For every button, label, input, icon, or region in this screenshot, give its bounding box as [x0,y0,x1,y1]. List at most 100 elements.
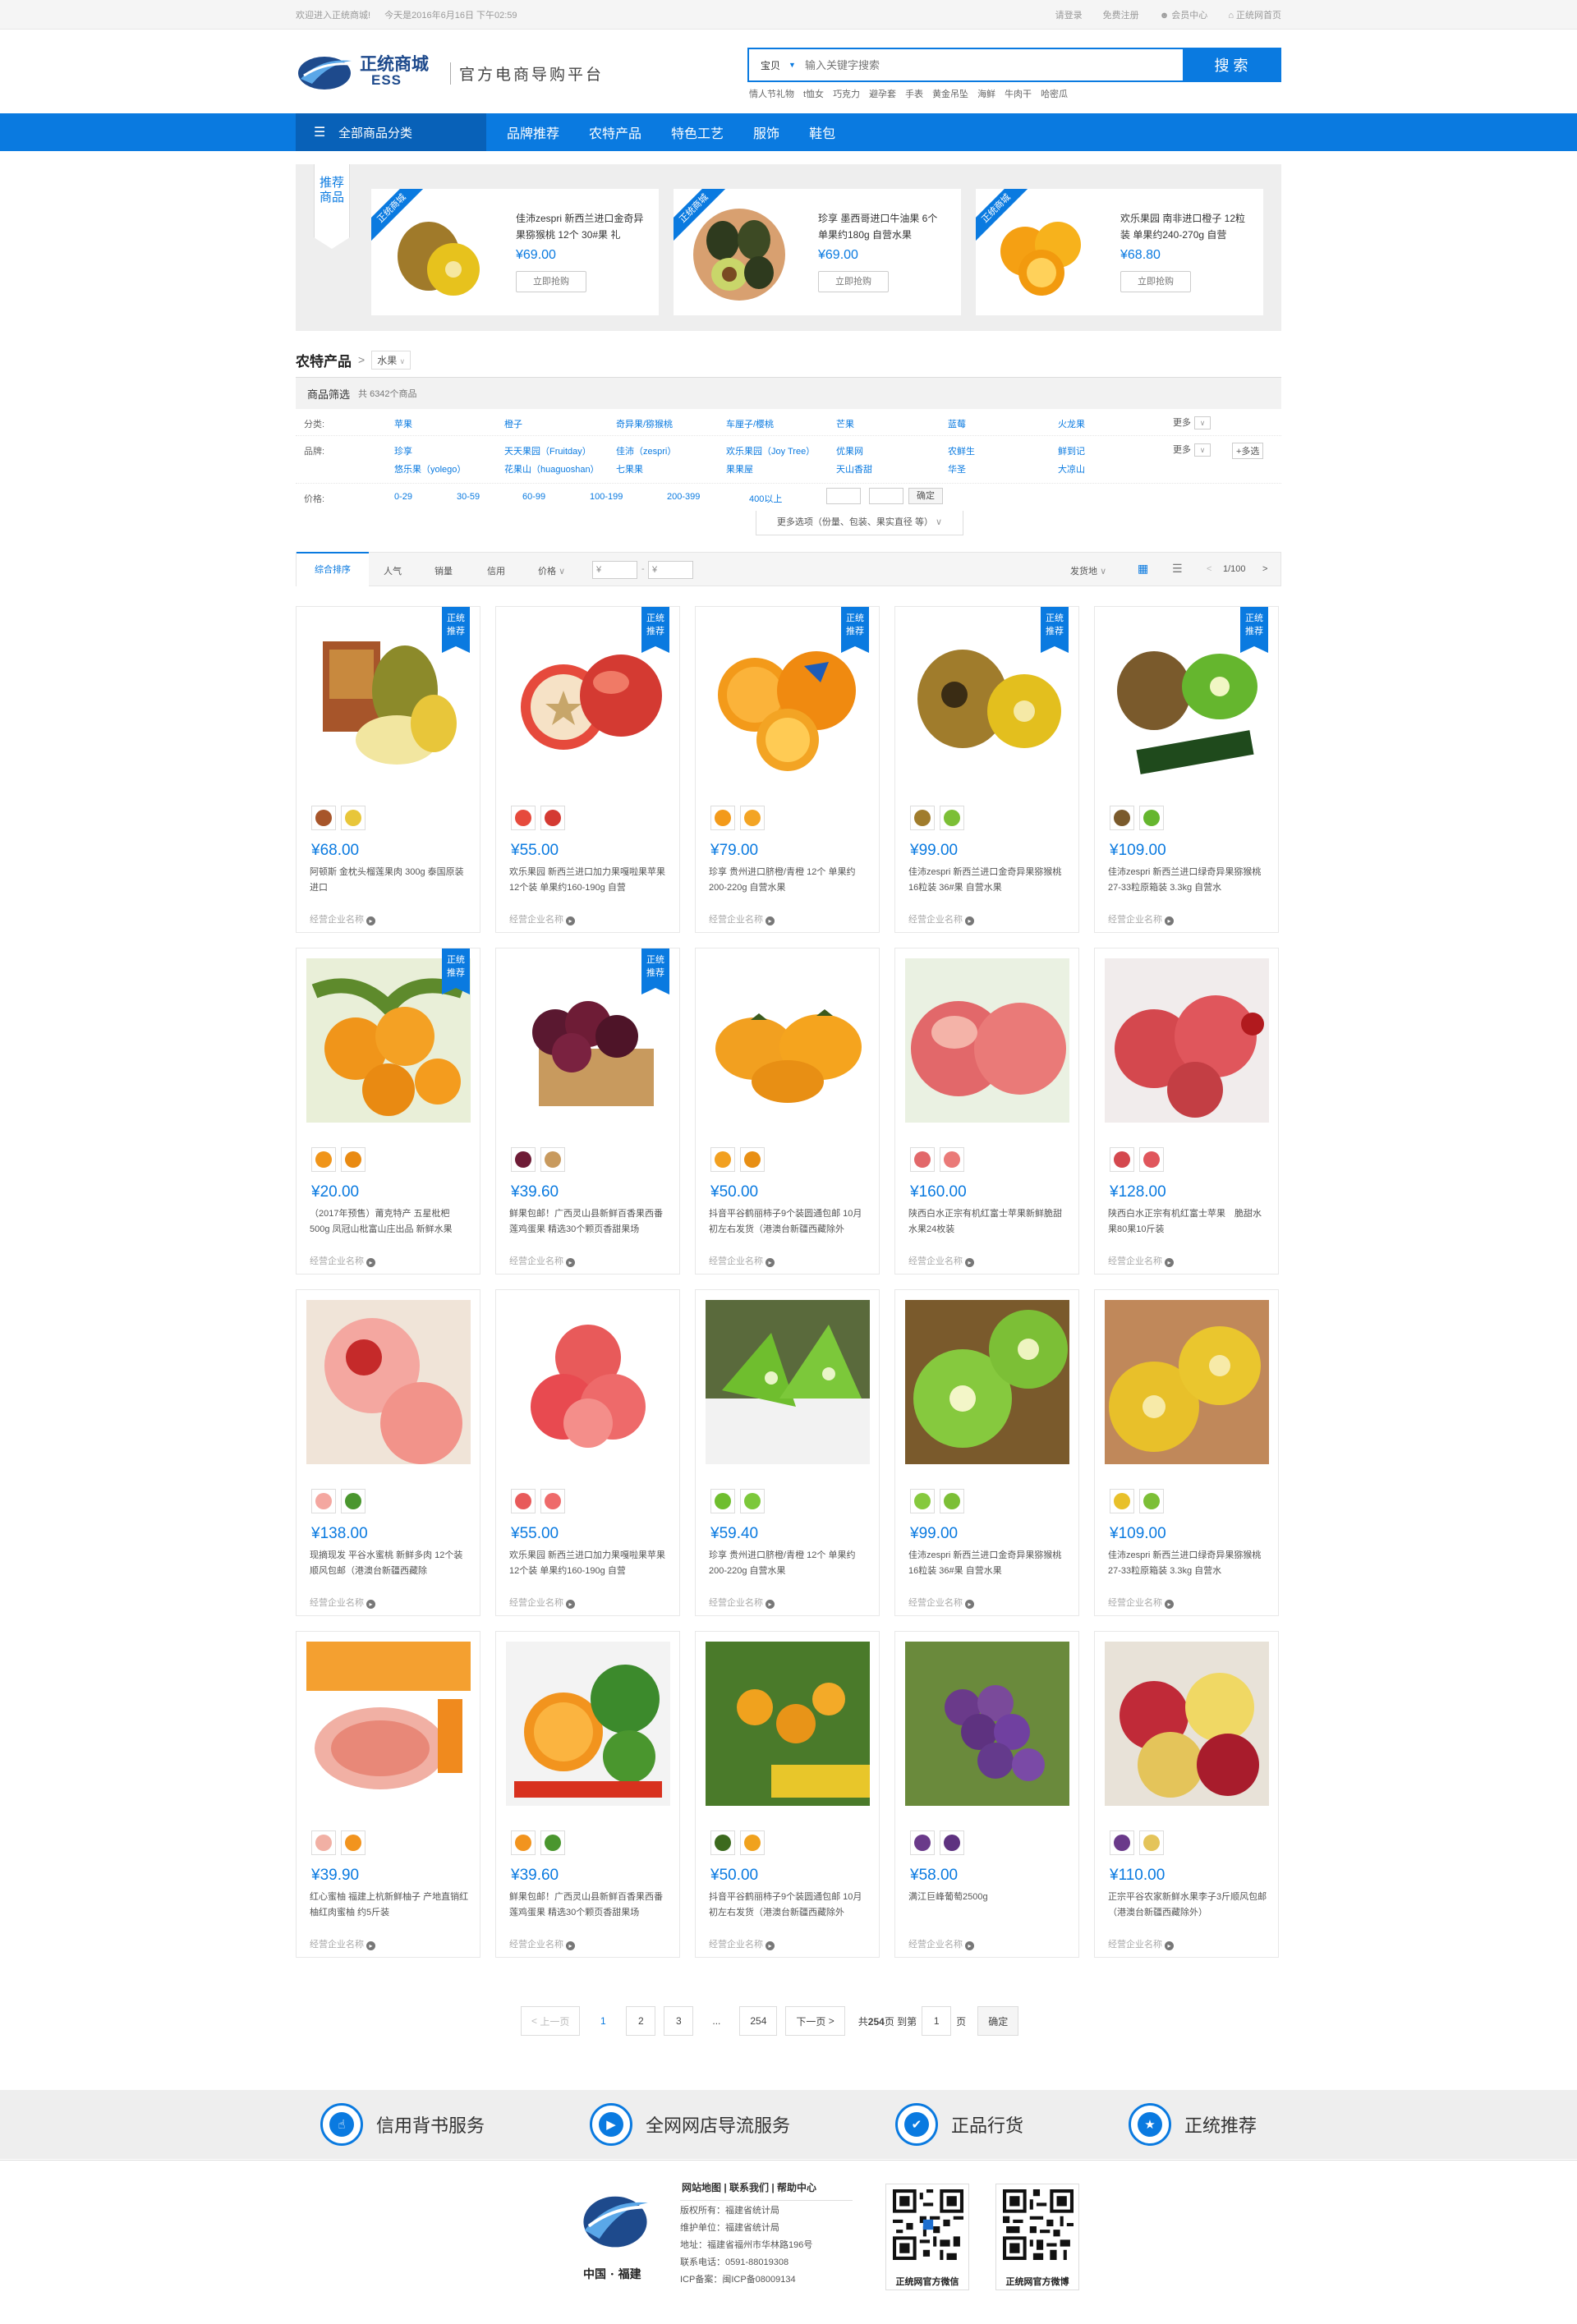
grid-view-icon[interactable]: ▦ [1138,562,1148,576]
product-card[interactable]: 正统推荐 ¥68.00 阿顿斯 金枕头榴莲果肉 300g 泰国原装进口 经营企业名称 ▸ [296,606,480,933]
shop-link[interactable]: 经营企业名称 ▸ [1108,1937,1174,1950]
filter-option[interactable]: 芒果 [836,417,854,430]
product-title[interactable]: 抖音平谷鹤丽柿子9个装圆通包邮 10月初左右发货（港澳台新疆西藏除外 [709,1890,870,1921]
filter-option[interactable]: 橙子 [504,417,522,430]
thumbnail[interactable] [740,1147,765,1172]
thumbnail[interactable] [740,1830,765,1855]
member-center-link[interactable]: ☻ 会员中心 [1160,11,1208,21]
shop-link[interactable]: 经营企业名称 ▸ [1108,912,1174,925]
more-options-button[interactable]: 更多选项（份量、包装、果实直径 等） ∨ [756,511,963,535]
product-card[interactable]: ¥55.00 欢乐果园 新西兰进口加力果嘎啦果苹果 12个装 单果约160-190… [495,1289,680,1616]
buy-now-button[interactable]: 立即抢购 [1120,271,1191,292]
shop-link[interactable]: 经营企业名称 ▸ [310,912,375,925]
product-image[interactable] [306,1300,471,1464]
product-image[interactable] [706,1300,870,1464]
prev-page-button[interactable]: < 上一页 [521,2006,581,2036]
sort-popularity-tab[interactable]: 人气 [384,564,402,577]
shop-link[interactable]: 经营企业名称 ▸ [310,1596,375,1609]
product-image[interactable] [706,1642,870,1806]
filter-option[interactable]: 珍享 [394,444,412,457]
shop-link[interactable]: 经营企业名称 ▸ [908,1937,974,1950]
shop-link[interactable]: 经营企业名称 ▸ [310,1937,375,1950]
product-card[interactable]: ¥50.00 抖音平谷鹤丽柿子9个装圆通包邮 10月初左右发货（港澳台新疆西藏除外… [695,1631,880,1958]
filter-option[interactable]: 大凉山 [1058,462,1085,475]
thumbnail[interactable] [740,1489,765,1513]
product-title[interactable]: 佳沛zespri 新西兰进口绿奇异果猕猴桃 27-33粒原箱装 3.3kg 自营… [1108,1548,1269,1579]
buy-now-button[interactable]: 立即抢购 [818,271,889,292]
next-page-button[interactable]: 下一页 > [785,2006,845,2036]
shop-link[interactable]: 经营企业名称 ▸ [509,1937,575,1950]
filter-option[interactable]: 天天果园（Fruitday） [504,444,591,457]
nav-item-farm-products[interactable]: 农特产品 [589,122,641,142]
product-title[interactable]: （2017年预售）莆克特产 五星枇杷 500g 凤冠山枇富山庄出品 新鲜水果 [310,1206,471,1238]
product-card[interactable]: 正统推荐 ¥109.00 佳沛zespri 新西兰进口绿奇异果猕猴桃 27-33粒原… [1094,606,1279,933]
home-link[interactable]: ⌂ 正统网首页 [1228,11,1281,21]
nav-item-clothing[interactable]: 服饰 [753,122,779,142]
product-card[interactable]: ¥39.60 鲜果包邮！广西灵山县新鲜百香果西番莲鸡蛋果 精选30个颗页香甜果场经… [495,1631,680,1958]
page-1[interactable]: 1 [588,2006,618,2036]
product-title[interactable]: 欢乐果园 新西兰进口加力果嘎啦果苹果 12个装 单果约160-190g 自营 [509,865,670,896]
nav-item-bags[interactable]: 鞋包 [809,122,835,142]
filter-option[interactable]: 七果果 [616,462,643,475]
shop-link[interactable]: 经营企业名称 ▸ [908,1596,974,1609]
thumbnail[interactable] [940,806,964,830]
thumbnail[interactable] [341,806,366,830]
thumbnail[interactable] [341,1147,366,1172]
thumbnail[interactable] [311,1489,336,1513]
filter-option[interactable]: 华圣 [948,462,966,475]
thumbnail[interactable] [910,1147,935,1172]
thumbnail[interactable] [540,1830,565,1855]
product-image[interactable] [1105,1642,1269,1806]
nav-item-brand[interactable]: 品牌推荐 [507,122,559,142]
product-card[interactable]: ¥39.90 红心蜜柚 福建上杭新鲜柚子 产地直销红柚红肉蜜柚 约5斤装 经营企业名… [296,1631,480,1958]
shop-link[interactable]: 经营企业名称 ▸ [509,1254,575,1267]
product-card[interactable]: ¥160.00 陕西白水正宗有机红富士苹果新鲜脆甜水果24枚装 经营企业名称 ▸ [894,948,1079,1275]
thumbnail[interactable] [1139,806,1164,830]
hotword[interactable]: 牛肉干 [1005,90,1032,99]
goto-page-input[interactable]: 1 [922,2006,952,2036]
product-title[interactable]: 鲜果包邮！广西灵山县新鲜百香果西番莲鸡蛋果 精选30个颗页香甜果场 [509,1890,670,1921]
page-2[interactable]: 2 [626,2006,656,2036]
filter-option[interactable]: 鲜到记 [1058,444,1085,457]
product-card[interactable]: 正统推荐 ¥55.00 欢乐果园 新西兰进口加力果嘎啦果苹果 12个装 单果约160… [495,606,680,933]
price-max-input[interactable] [869,488,903,504]
product-title[interactable]: 阿顿斯 金枕头榴莲果肉 300g 泰国原装进口 [310,865,471,896]
thumbnail[interactable] [1139,1489,1164,1513]
search-input[interactable] [803,49,1183,80]
register-link[interactable]: 免费注册 [1103,11,1139,21]
thumbnail[interactable] [341,1830,366,1855]
product-image[interactable] [506,1300,670,1464]
footer-links[interactable]: 网站地图 | 联系我们 | 帮助中心 [682,2180,816,2194]
thumbnail[interactable] [1110,806,1134,830]
thumbnail[interactable] [940,1830,964,1855]
chevron-right-icon[interactable]: > [1262,564,1267,574]
thumbnail[interactable] [1139,1830,1164,1855]
thumbnail[interactable] [710,806,735,830]
hotword[interactable]: t恤女 [803,90,824,99]
thumbnail[interactable] [511,806,536,830]
price-option[interactable]: 200-399 [667,492,700,502]
filter-option[interactable]: 优果网 [836,444,863,457]
filter-option[interactable]: 车厘子/樱桃 [726,417,774,430]
thumbnail[interactable] [1110,1147,1134,1172]
site-logo[interactable]: 正统商城 ESS [296,46,444,95]
product-image[interactable] [1105,958,1269,1123]
product-title[interactable]: 佳沛zespri 新西兰进口金奇异果猕猴桃 16粒装 36#果 自营水果 [908,865,1069,896]
product-card[interactable]: ¥99.00 佳沛zespri 新西兰进口金奇异果猕猴桃 16粒装 36#果 自营… [894,1289,1079,1616]
product-title[interactable]: 欢乐果园 新西兰进口加力果嘎啦果苹果 12个装 单果约160-190g 自营 [509,1548,670,1579]
thumbnail[interactable] [540,1147,565,1172]
breadcrumb-section[interactable]: 农特产品 [296,350,352,370]
shop-link[interactable]: 经营企业名称 ▸ [509,912,575,925]
thumbnail[interactable] [910,1489,935,1513]
product-title[interactable]: 现摘现发 平谷水蜜桃 新鲜多肉 12个装 顺风包邮（港澳台新疆西藏除 [310,1548,471,1579]
price-confirm-button[interactable]: 确定 [908,488,943,504]
page-last[interactable]: 254 [739,2006,778,2036]
shop-link[interactable]: 经营企业名称 ▸ [1108,1596,1174,1609]
thumbnail[interactable] [311,806,336,830]
hotword[interactable]: 手表 [905,90,923,99]
product-image[interactable] [506,1642,670,1806]
shop-link[interactable]: 经营企业名称 ▸ [709,912,775,925]
filter-option[interactable]: 悠乐果（yolego） [394,462,466,475]
sort-credit-tab[interactable]: 信用 [487,564,505,577]
recommend-card[interactable]: 正统商城 珍享 墨西哥进口牛油果 6个 单果约180g 自营水果 ¥69.00 … [674,189,961,315]
